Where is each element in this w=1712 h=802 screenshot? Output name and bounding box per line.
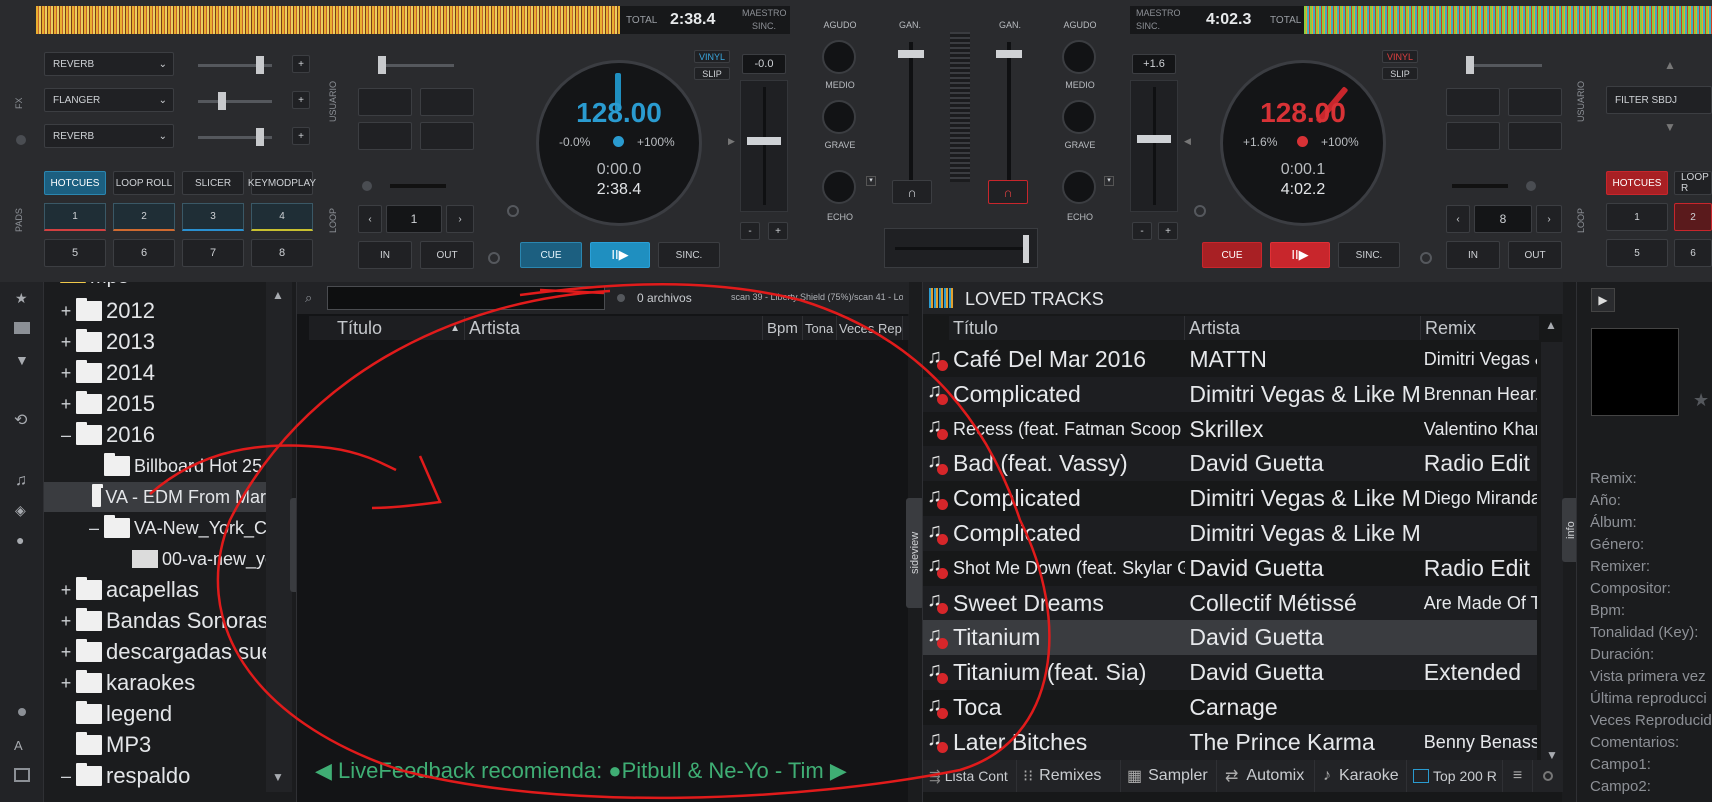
annotation-circle [216, 283, 1051, 800]
info-field-label: Comentarios: [1590, 734, 1680, 751]
info-field-label: Última reproducci [1590, 690, 1707, 707]
info-field-label: Tonalidad (Key): [1590, 624, 1699, 641]
info-field-label: Remixer: [1590, 558, 1651, 575]
info-field-label: Remix: [1590, 470, 1637, 487]
info-field-label: Género: [1590, 536, 1645, 553]
info-field-label: Bpm: [1590, 602, 1626, 619]
red-annotation [149, 283, 1051, 800]
info-field-label: Álbum: [1590, 514, 1637, 531]
info-field-label: Veces Reproducid [1590, 712, 1712, 729]
info-field-label: Vista primera vez [1590, 668, 1706, 685]
info-field-label: Año: [1590, 492, 1621, 509]
info-field-label: Campo2: [1590, 778, 1651, 795]
info-field-label: Duración: [1590, 646, 1655, 663]
info-field-label: Campo1: [1590, 756, 1651, 773]
info-field-label: Compositor: [1590, 580, 1671, 597]
